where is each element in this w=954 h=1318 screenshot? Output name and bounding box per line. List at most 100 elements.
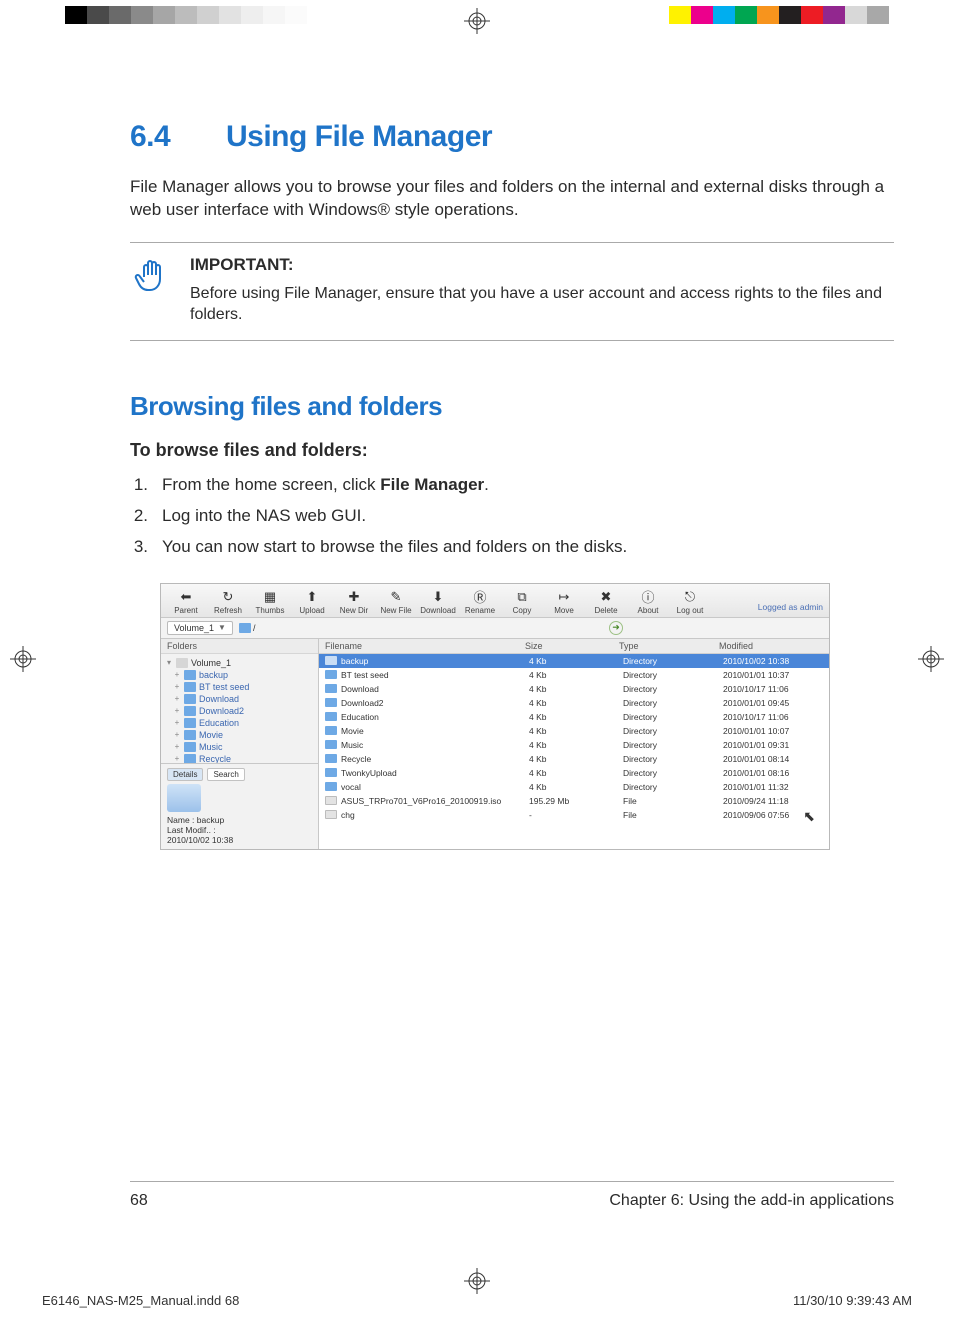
volume-selector[interactable]: Volume_1 ▼ — [167, 621, 233, 635]
toolbar-button-label: Download — [420, 606, 456, 615]
chevron-down-icon: ▼ — [218, 623, 226, 632]
folder-icon — [325, 782, 337, 791]
toolbar-move-button[interactable]: ↦Move — [545, 588, 583, 615]
folder-icon — [325, 698, 337, 707]
toolbar-parent-button[interactable]: ⬅Parent — [167, 588, 205, 615]
section-title-text: Using File Manager — [226, 120, 492, 153]
go-button[interactable]: ➜ — [609, 621, 623, 635]
cursor-icon: ⬉ — [803, 808, 815, 825]
tree-root[interactable]: ▾Volume_1 — [165, 657, 314, 669]
thumbs-icon: ▦ — [261, 588, 279, 606]
tree-item[interactable]: +backup — [165, 669, 314, 681]
color-bar-left — [65, 6, 351, 24]
about-icon: ⓘ — [639, 588, 657, 606]
file-row[interactable]: Download24 KbDirectory2010/01/01 09:45 — [319, 696, 829, 710]
breadcrumb-path: / — [253, 623, 256, 633]
registration-mark-icon — [918, 646, 944, 672]
toolbar-download-button[interactable]: ⬇Download — [419, 588, 457, 615]
procedure-heading: To browse files and folders: — [130, 440, 894, 461]
registration-mark-icon — [464, 8, 490, 34]
tree-item[interactable]: +Download — [165, 693, 314, 705]
folder-icon — [325, 726, 337, 735]
file-list-panel: Logged as admin Filename Size Type Modif… — [319, 639, 829, 849]
intro-paragraph: File Manager allows you to browse your f… — [130, 176, 894, 222]
file-row[interactable]: vocal4 KbDirectory2010/01/01 11:32 — [319, 780, 829, 794]
logged-as-label: Logged as admin — [758, 602, 823, 612]
new file-icon: ✎ — [387, 588, 405, 606]
col-modified[interactable]: Modified — [713, 639, 829, 653]
tree-item[interactable]: +Education — [165, 717, 314, 729]
toolbar-button-label: Delete — [594, 606, 617, 615]
toolbar: ⬅Parent↻Refresh▦Thumbs⬆Upload✚New Dir✎Ne… — [161, 584, 829, 618]
folder-icon — [239, 623, 251, 633]
toolbar-button-label: New Dir — [340, 606, 368, 615]
folder-icon — [325, 740, 337, 749]
copy-icon: ⧉ — [513, 588, 531, 606]
file-row[interactable]: backup4 KbDirectory2010/10/02 10:38 — [319, 654, 829, 668]
new dir-icon: ✚ — [345, 588, 363, 606]
step-item: 2.Log into the NAS web GUI. — [130, 502, 894, 529]
file-row[interactable]: Music4 KbDirectory2010/01/01 09:31 — [319, 738, 829, 752]
toolbar-rename-button[interactable]: ⓇRename — [461, 588, 499, 615]
col-size[interactable]: Size — [519, 639, 613, 653]
log out-icon: ⎋ — [681, 588, 699, 606]
rename-icon: Ⓡ — [471, 588, 489, 606]
upload-icon: ⬆ — [303, 588, 321, 606]
breadcrumb[interactable]: / — [239, 623, 256, 633]
step-item: 1.From the home screen, click File Manag… — [130, 471, 894, 498]
toolbar-about-button[interactable]: ⓘAbout — [629, 588, 667, 615]
toolbar-delete-button[interactable]: ✖Delete — [587, 588, 625, 615]
folder-icon — [325, 670, 337, 679]
chapter-label: Chapter 6: Using the add-in applications — [609, 1192, 894, 1210]
important-callout: IMPORTANT: Before using File Manager, en… — [130, 242, 894, 341]
tree-item[interactable]: +Recycle — [165, 753, 314, 763]
details-mod-value: 2010/10/02 10:38 — [167, 835, 312, 845]
folder-tree: ▾Volume_1+backup+BT test seed+Download+D… — [161, 654, 318, 763]
toolbar-button-label: Move — [554, 606, 574, 615]
file-row[interactable]: BT test seed4 KbDirectory2010/01/01 10:3… — [319, 668, 829, 682]
download-icon: ⬇ — [429, 588, 447, 606]
folder-icon — [325, 768, 337, 777]
tab-search[interactable]: Search — [207, 768, 244, 781]
callout-body: Before using File Manager, ensure that y… — [190, 283, 894, 326]
file-row[interactable]: Download4 KbDirectory2010/10/17 11:06 — [319, 682, 829, 696]
col-filename[interactable]: Filename — [319, 639, 519, 653]
file-row[interactable]: ASUS_TRPro701_V6Pro16_20100919.iso195.29… — [319, 794, 829, 808]
parent-icon: ⬅ — [177, 588, 195, 606]
file-row[interactable]: TwonkyUpload4 KbDirectory2010/01/01 08:1… — [319, 766, 829, 780]
folder-icon — [325, 754, 337, 763]
toolbar-refresh-button[interactable]: ↻Refresh — [209, 588, 247, 615]
indesign-filename: E6146_NAS-M25_Manual.indd 68 — [42, 1293, 239, 1308]
file-icon — [325, 810, 337, 819]
toolbar-button-label: Refresh — [214, 606, 242, 615]
toolbar-thumbs-button[interactable]: ▦Thumbs — [251, 588, 289, 615]
toolbar-log-out-button[interactable]: ⎋Log out — [671, 588, 709, 615]
page-number: 68 — [130, 1192, 148, 1210]
details-mod-label: Last Modif.. : — [167, 825, 312, 835]
callout-label: IMPORTANT: — [190, 255, 894, 275]
section-heading: 6.4Using File Manager — [130, 120, 894, 154]
tree-item[interactable]: +BT test seed — [165, 681, 314, 693]
tree-item[interactable]: +Movie — [165, 729, 314, 741]
toolbar-button-label: About — [638, 606, 659, 615]
toolbar-copy-button[interactable]: ⧉Copy — [503, 588, 541, 615]
col-type[interactable]: Type — [613, 639, 713, 653]
tree-item[interactable]: +Music — [165, 741, 314, 753]
file-row[interactable]: Movie4 KbDirectory2010/01/01 10:07 — [319, 724, 829, 738]
toolbar-new-file-button[interactable]: ✎New File — [377, 588, 415, 615]
file-row[interactable]: Recycle4 KbDirectory2010/01/01 08:14 — [319, 752, 829, 766]
toolbar-button-label: Thumbs — [256, 606, 285, 615]
toolbar-button-label: Upload — [299, 606, 324, 615]
toolbar-new-dir-button[interactable]: ✚New Dir — [335, 588, 373, 615]
file-manager-screenshot: ⬅Parent↻Refresh▦Thumbs⬆Upload✚New Dir✎Ne… — [160, 583, 830, 850]
hand-stop-icon — [130, 255, 174, 326]
file-row[interactable]: Education4 KbDirectory2010/10/17 11:06 — [319, 710, 829, 724]
delete-icon: ✖ — [597, 588, 615, 606]
tab-details[interactable]: Details — [167, 768, 203, 781]
file-icon — [325, 796, 337, 805]
folder-icon — [325, 656, 337, 665]
toolbar-upload-button[interactable]: ⬆Upload — [293, 588, 331, 615]
details-name: Name : backup — [167, 815, 312, 825]
tree-item[interactable]: +Download2 — [165, 705, 314, 717]
file-row[interactable]: chg-File2010/09/06 07:56 — [319, 808, 829, 822]
